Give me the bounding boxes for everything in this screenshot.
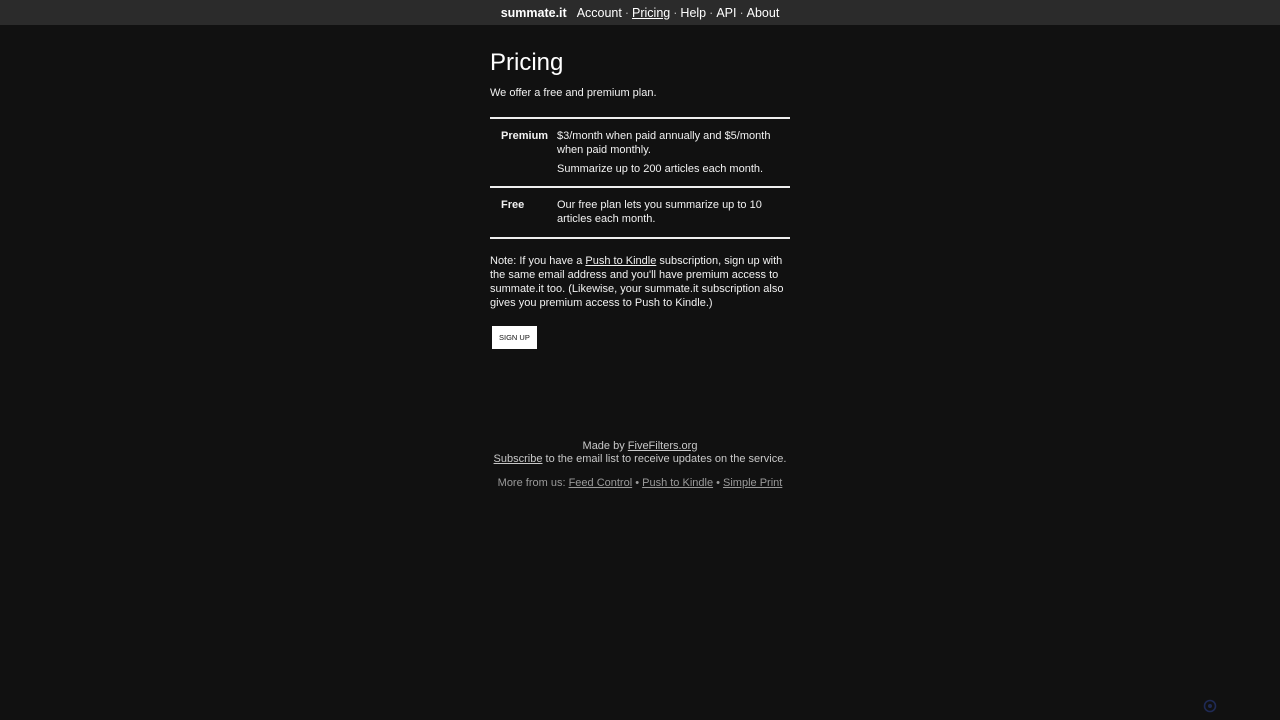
push-to-kindle-link[interactable]: Push to Kindle xyxy=(585,255,656,267)
sign-up-button[interactable]: SIGN UP xyxy=(492,326,537,349)
plan-price-text: $3/month when paid annually and $5/month… xyxy=(557,130,771,156)
intro-text: We offer a free and premium plan. xyxy=(490,87,657,99)
made-by-prefix: Made by xyxy=(582,440,628,452)
plan-description: $3/month when paid annually and $5/month… xyxy=(557,129,790,176)
plan-name: Free xyxy=(501,199,525,211)
bullet-separator: • xyxy=(713,477,724,489)
subscribe-link[interactable]: Subscribe xyxy=(494,453,543,465)
feed-control-link[interactable]: Feed Control xyxy=(569,477,633,489)
nav-link-pricing[interactable]: Pricing xyxy=(632,6,670,20)
plan-name: Premium xyxy=(501,130,549,142)
main-content: Pricing We offer a free and premium plan… xyxy=(490,48,790,349)
more-from-us-line: More from us: Feed Control • Push to Kin… xyxy=(0,477,1280,490)
nav-separator: · xyxy=(673,5,678,20)
nav-separator: · xyxy=(709,5,714,20)
top-navbar: summate.it Account · Pricing · Help · AP… xyxy=(0,0,1280,25)
settings-gear-icon[interactable] xyxy=(1203,699,1217,713)
nav-link-about[interactable]: About xyxy=(747,6,780,20)
nav-link-account[interactable]: Account xyxy=(577,6,622,20)
note-text-before: Note: If you have a xyxy=(490,255,586,267)
plan-description: Our free plan lets you summarize up to 1… xyxy=(557,198,790,226)
more-prefix: More from us: xyxy=(497,477,569,489)
nav-link-help[interactable]: Help xyxy=(680,6,706,20)
footer: Made by FiveFilters.org Subscribe to the… xyxy=(0,440,1280,490)
nav-link-api[interactable]: API xyxy=(716,6,736,20)
simple-print-link[interactable]: Simple Print xyxy=(723,477,782,489)
nav-separator: · xyxy=(624,5,630,20)
plan-limit-text: Summarize up to 200 articles each month. xyxy=(557,163,764,175)
subscribe-text: to the email list to receive updates on … xyxy=(542,453,787,465)
plan-row-premium: Premium $3/month when paid annually and … xyxy=(490,119,790,188)
fivefilters-link[interactable]: FiveFilters.org xyxy=(628,440,698,452)
kindle-note: Note: If you have a Push to Kindle subsc… xyxy=(490,254,790,310)
nav-separator: · xyxy=(739,5,744,20)
subscribe-line: Subscribe to the email list to receive u… xyxy=(0,453,1280,466)
push-to-kindle-footer-link[interactable]: Push to Kindle xyxy=(642,477,713,489)
page-title: Pricing xyxy=(490,49,564,76)
made-by-line: Made by FiveFilters.org xyxy=(0,440,1280,453)
bullet-separator: • xyxy=(632,477,643,489)
plans-table: Premium $3/month when paid annually and … xyxy=(490,117,790,239)
plan-row-free: Free Our free plan lets you summarize up… xyxy=(490,188,790,239)
brand-link[interactable]: summate.it xyxy=(501,6,567,20)
plan-limit-text: Our free plan lets you summarize up to 1… xyxy=(557,199,762,225)
